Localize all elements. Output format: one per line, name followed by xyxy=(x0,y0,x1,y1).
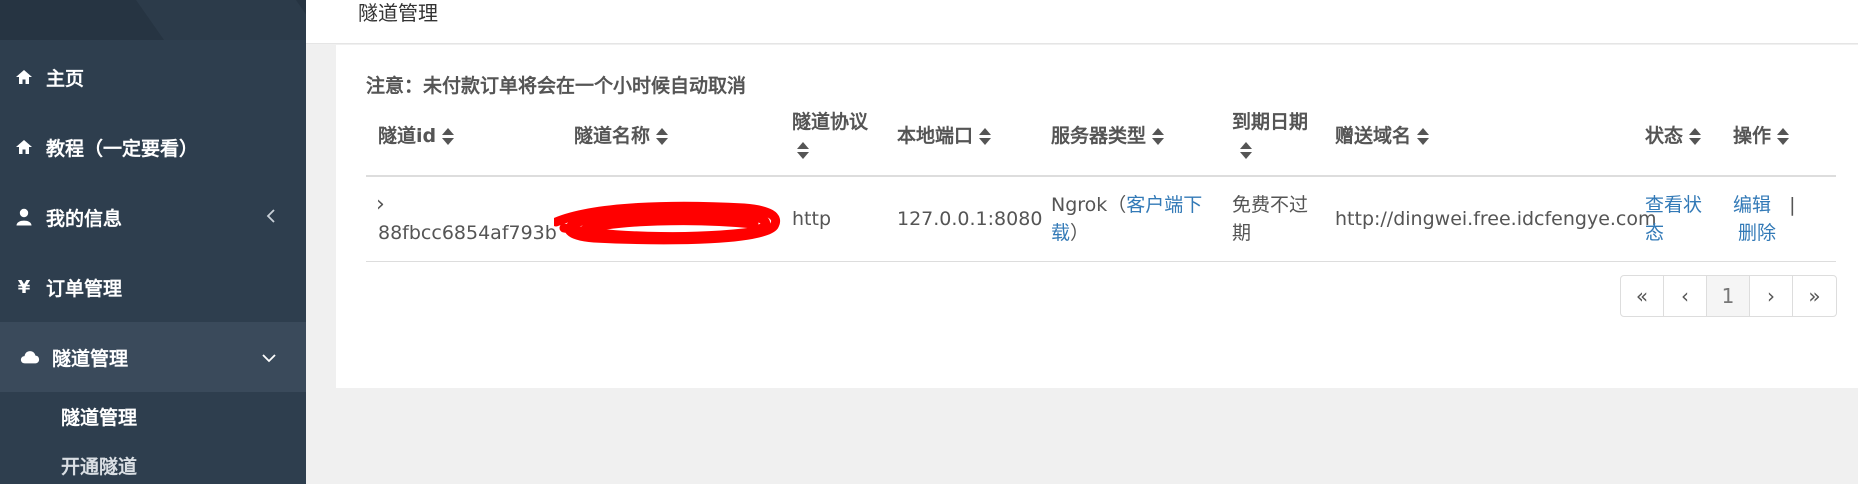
column-header-label: 状态 xyxy=(1645,125,1684,147)
sidebar-header xyxy=(0,0,306,40)
page-last-button[interactable]: » xyxy=(1793,276,1836,316)
column-header-id[interactable]: 隧道id xyxy=(378,122,455,150)
server-type-cell: Ngrok（客户端下载） xyxy=(1051,191,1211,247)
sort-icon xyxy=(1240,141,1252,160)
home-icon xyxy=(14,67,34,87)
table-header-divider xyxy=(366,175,1836,177)
tunnel-id: 88fbcc6854af793b xyxy=(378,222,557,244)
sidebar-item-my-info[interactable]: 我的信息 xyxy=(0,182,306,252)
column-header-label: 隧道名称 xyxy=(574,125,651,147)
page-current-button[interactable]: 1 xyxy=(1707,276,1750,316)
sort-icon xyxy=(979,127,992,146)
cloud-icon xyxy=(20,347,40,367)
sort-icon xyxy=(1152,127,1165,146)
column-header-expiry[interactable]: 到期日期 xyxy=(1232,108,1322,164)
expand-row-icon[interactable]: › xyxy=(376,191,385,219)
pagination: « ‹ 1 › » xyxy=(1620,275,1837,317)
sidebar-item-label: 我的信息 xyxy=(46,207,123,230)
tunnel-domain: http://dingwei.free.idcfengye.com xyxy=(1335,208,1657,230)
server-type-suffix: ） xyxy=(1070,222,1090,244)
sidebar-item-label: 订单管理 xyxy=(46,277,123,300)
tunnel-expiry: 免费不过期 xyxy=(1232,194,1309,244)
home-icon xyxy=(14,137,34,157)
server-type-text: Ngrok（ xyxy=(1051,194,1127,216)
page-header: 隧道管理 xyxy=(306,0,1858,44)
sidebar-item-orders[interactable]: ¥ 订单管理 xyxy=(0,252,306,322)
page-prev-button[interactable]: ‹ xyxy=(1664,276,1707,316)
column-header-actions[interactable]: 操作 xyxy=(1733,122,1790,150)
column-header-label: 服务器类型 xyxy=(1051,125,1147,147)
column-header-label: 操作 xyxy=(1733,125,1772,147)
sidebar-subitem-open-tunnel[interactable]: 开通隧道 xyxy=(61,452,137,479)
user-icon xyxy=(14,207,34,227)
sort-icon xyxy=(1777,127,1790,146)
sidebar-item-label: 教程（一定要看） xyxy=(46,137,199,160)
sidebar-item-home[interactable]: 主页 xyxy=(0,42,306,112)
column-header-server-type[interactable]: 服务器类型 xyxy=(1051,122,1165,150)
column-header-local-port[interactable]: 本地端口 xyxy=(897,122,992,150)
actions-cell: 编辑 | 删除 xyxy=(1733,191,1829,247)
sidebar-item-label: 隧道管理 xyxy=(52,347,129,370)
sidebar-item-label: 主页 xyxy=(46,67,85,90)
tunnel-protocol: http xyxy=(792,208,832,230)
sort-icon xyxy=(797,141,809,160)
column-header-label: 到期日期 xyxy=(1232,111,1309,133)
sort-icon xyxy=(1689,127,1702,146)
redaction-scribble xyxy=(554,201,780,245)
sort-icon xyxy=(1417,127,1430,146)
column-header-domain[interactable]: 赠送域名 xyxy=(1335,122,1430,150)
sort-icon xyxy=(442,127,455,146)
action-separator: | xyxy=(1789,194,1796,216)
table-row-divider xyxy=(366,261,1836,262)
column-header-label: 隧道协议 xyxy=(792,111,869,133)
column-header-label: 本地端口 xyxy=(897,125,974,147)
delete-link[interactable]: 删除 xyxy=(1738,222,1776,244)
column-header-protocol[interactable]: 隧道协议 xyxy=(792,108,892,164)
sidebar-item-tunnels[interactable]: 隧道管理 xyxy=(0,322,306,392)
chevron-left-icon xyxy=(266,206,276,228)
page-title: 隧道管理 xyxy=(358,1,438,25)
column-header-label: 隧道id xyxy=(378,125,437,147)
edit-link[interactable]: 编辑 xyxy=(1733,194,1771,216)
notice-text: 注意：未付款订单将会在一个小时候自动取消 xyxy=(366,75,747,97)
chevron-down-icon xyxy=(262,346,276,368)
yen-icon: ¥ xyxy=(17,276,31,298)
column-header-name[interactable]: 隧道名称 xyxy=(574,122,669,150)
tunnel-local-port: 127.0.0.1:8080 xyxy=(897,208,1043,230)
column-header-label: 赠送域名 xyxy=(1335,125,1412,147)
sidebar-subitem-tunnel-management[interactable]: 隧道管理 xyxy=(61,403,137,430)
column-header-status[interactable]: 状态 xyxy=(1645,122,1702,150)
page-first-button[interactable]: « xyxy=(1621,276,1664,316)
page-next-button[interactable]: › xyxy=(1750,276,1793,316)
sort-icon xyxy=(656,127,669,146)
view-status-link[interactable]: 查看状态 xyxy=(1645,191,1707,247)
sidebar: 主页 教程（一定要看） 我的信息 ¥ 订单管理 隧道管理 隧道管理 开通隧道 xyxy=(0,0,306,484)
sidebar-item-tutorial[interactable]: 教程（一定要看） xyxy=(0,112,306,182)
